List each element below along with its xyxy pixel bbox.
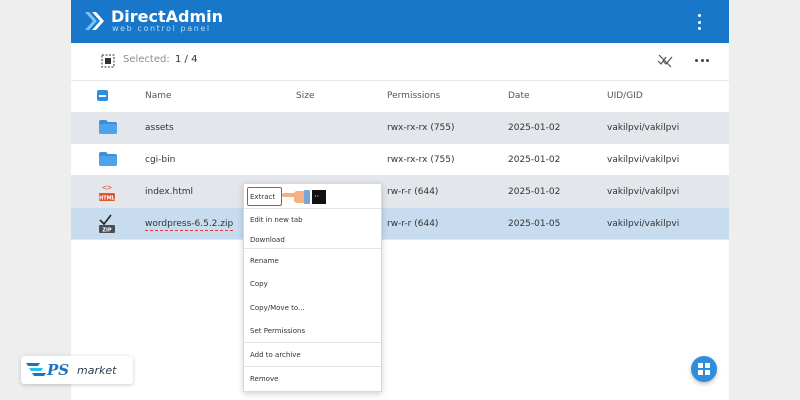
file-name[interactable]: index.html — [145, 187, 193, 197]
file-uid-gid: vakilpvi/vakilpvi — [607, 187, 680, 197]
layout-grid-icon[interactable] — [691, 356, 717, 382]
deselect-icon[interactable] — [657, 54, 673, 68]
more-icon[interactable] — [695, 59, 709, 63]
file-permissions: rwx-rx-rx (755) — [387, 123, 455, 133]
menu-item-download[interactable]: Download — [250, 236, 285, 244]
file-permissions: rw-r-r (644) — [387, 219, 439, 229]
watermark-text-market: market — [77, 364, 117, 377]
table-row[interactable]: assets rwx-rx-rx (755) 2025-01-02 vakilp… — [71, 112, 729, 144]
select-all-icon[interactable] — [101, 54, 115, 68]
file-date: 2025-01-02 — [508, 155, 561, 165]
cursor-badge-icon — [312, 190, 326, 204]
svg-text:<>: <> — [102, 183, 112, 192]
menu-item-add-archive[interactable]: Add to archive — [250, 351, 301, 359]
selected-label: Selected: — [123, 54, 170, 65]
watermark-text-ps: PS — [47, 361, 70, 379]
menu-item-copy-move[interactable]: Copy/Move to... — [250, 304, 305, 312]
directadmin-logo-icon — [85, 12, 104, 30]
file-permissions: rwx-rx-rx (755) — [387, 155, 455, 165]
file-date: 2025-01-05 — [508, 219, 561, 229]
column-date[interactable]: Date — [508, 91, 530, 101]
menu-item-set-permissions[interactable]: Set Permissions — [250, 327, 305, 335]
app-header: DirectAdmin web control panel — [71, 0, 729, 43]
vps-market-watermark: PS market — [21, 356, 133, 384]
table-row[interactable]: ZIP wordpress-6.5.2.zip rw-r-r (644) 202… — [71, 208, 729, 240]
column-name[interactable]: Name — [145, 91, 172, 101]
file-uid-gid: vakilpvi/vakilpvi — [607, 219, 680, 229]
menu-item-rename[interactable]: Rename — [250, 257, 279, 265]
column-size[interactable]: Size — [296, 91, 314, 101]
file-date: 2025-01-02 — [508, 187, 561, 197]
file-name[interactable]: wordpress-6.5.2.zip — [145, 219, 234, 231]
table-row[interactable]: <> HTML index.html rw-r-r (644) 2025-01-… — [71, 176, 729, 208]
svg-text:ZIP: ZIP — [102, 228, 111, 234]
table-row[interactable]: cgi-bin rwx-rx-rx (755) 2025-01-02 vakil… — [71, 144, 729, 176]
pointing-hand-icon — [282, 190, 310, 204]
menu-item-edit-new-tab[interactable]: Edit in new tab — [250, 216, 303, 224]
folder-icon — [99, 120, 117, 134]
menu-item-remove[interactable]: Remove — [250, 375, 278, 383]
table-header: Name Size Permissions Date UID/GID — [71, 80, 729, 112]
context-menu: Extract Edit in new tab Download Rename … — [243, 183, 382, 392]
cart-logo-icon — [26, 363, 46, 376]
file-date: 2025-01-02 — [508, 123, 561, 133]
menu-item-copy[interactable]: Copy — [250, 280, 268, 288]
file-name[interactable]: assets — [145, 123, 174, 133]
selected-count: 1 / 4 — [175, 54, 198, 65]
kebab-icon[interactable] — [693, 14, 705, 30]
zip-file-icon: ZIP — [99, 214, 115, 234]
svg-text:HTML: HTML — [99, 196, 116, 202]
html-file-icon: <> HTML — [99, 183, 116, 202]
file-uid-gid: vakilpvi/vakilpvi — [607, 155, 680, 165]
selection-toolbar: Selected: 1 / 4 — [71, 43, 729, 81]
file-permissions: rw-r-r (644) — [387, 187, 439, 197]
folder-icon — [99, 152, 117, 166]
file-manager-panel: DirectAdmin web control panel Selected: … — [71, 0, 729, 400]
column-permissions[interactable]: Permissions — [387, 91, 440, 101]
menu-item-extract[interactable]: Extract — [250, 193, 275, 201]
column-uid-gid[interactable]: UID/GID — [607, 91, 643, 101]
file-name[interactable]: cgi-bin — [145, 155, 175, 165]
brand-tagline: web control panel — [112, 24, 211, 33]
select-all-checkbox[interactable] — [97, 90, 108, 101]
file-uid-gid: vakilpvi/vakilpvi — [607, 123, 680, 133]
